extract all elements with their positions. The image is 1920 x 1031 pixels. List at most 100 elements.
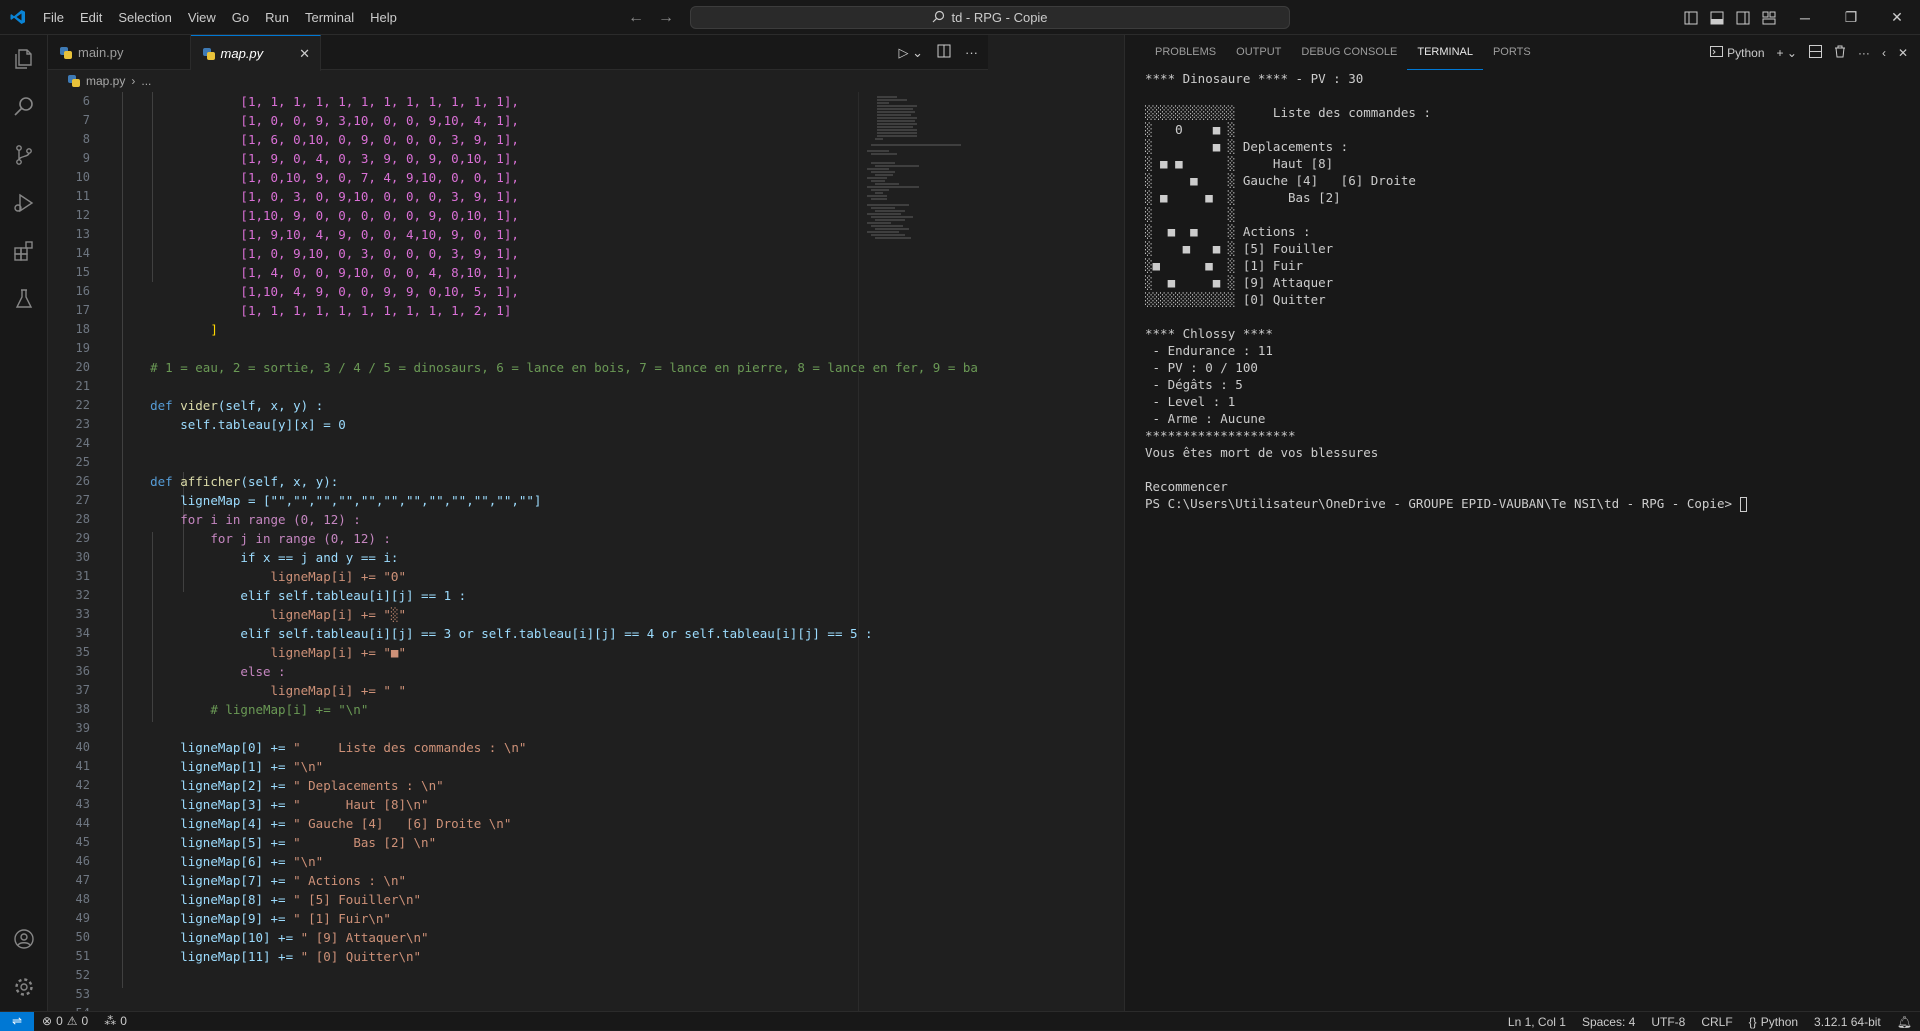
grid-row: [1, 0, 3, 0, 9,10, 0, 0, 0, 3, 9, 1], bbox=[240, 189, 519, 204]
line-number: 28 bbox=[75, 512, 90, 526]
tab-main-py[interactable]: main.py bbox=[48, 35, 191, 70]
menu-file[interactable]: File bbox=[35, 0, 72, 35]
status-bar: ⇌ ⊗ 0 ⚠ 0 ⁂ 0 Ln 1, Col 1 Spaces: 4 UTF-8 C… bbox=[0, 1011, 1920, 1031]
line-number: 33 bbox=[75, 607, 90, 621]
source-control-icon[interactable] bbox=[0, 131, 48, 179]
code-line: [1, 9, 0, 4, 0, 3, 9, 0, 9, 0,10, 1], bbox=[120, 149, 980, 168]
menu-terminal[interactable]: Terminal bbox=[297, 0, 362, 35]
forward-arrow-icon[interactable]: → bbox=[658, 9, 674, 27]
explorer-icon[interactable] bbox=[0, 35, 48, 83]
customize-layout-icon[interactable] bbox=[1756, 0, 1782, 35]
code-line: ligneMap[1] += "\n" bbox=[120, 757, 980, 776]
ports-status[interactable]: ⁂ 0 bbox=[96, 1014, 135, 1028]
code-line: elif self.tableau[i][j] == 3 or self.tab… bbox=[120, 624, 980, 643]
notifications-bell-icon[interactable]: 🔔︎ bbox=[1889, 1015, 1920, 1029]
end-of-line[interactable]: CRLF bbox=[1693, 1015, 1740, 1029]
code-line: ligneMap[i] += " " bbox=[120, 681, 980, 700]
menu-view[interactable]: View bbox=[180, 0, 224, 35]
code-lhs: ligneMap[0] += bbox=[180, 740, 286, 755]
tab-debug-console[interactable]: DEBUG CONSOLE bbox=[1291, 35, 1407, 70]
close-tab-icon[interactable]: ✕ bbox=[299, 46, 310, 62]
menu-help[interactable]: Help bbox=[362, 0, 405, 35]
run-debug-icon[interactable] bbox=[0, 179, 48, 227]
tab-map-py[interactable]: map.py ✕ bbox=[190, 35, 322, 71]
grid-row: [1, 4, 0, 0, 9,10, 0, 0, 4, 8,10, 1], bbox=[240, 265, 519, 280]
encoding[interactable]: UTF-8 bbox=[1643, 1015, 1693, 1029]
testing-icon[interactable] bbox=[0, 275, 48, 323]
minimap-line bbox=[877, 99, 907, 101]
command-center[interactable]: td - RPG - Copie bbox=[690, 6, 1290, 29]
code-line: def afficher(self, x, y): bbox=[120, 472, 980, 491]
minimap-line bbox=[877, 108, 913, 110]
code-lhs: ligneMap[11] += bbox=[180, 949, 294, 964]
search-icon[interactable] bbox=[0, 83, 48, 131]
menu-bar: File Edit Selection View Go Run Terminal… bbox=[35, 0, 405, 35]
run-python-file-icon[interactable]: ▷ ⌄ bbox=[898, 45, 923, 61]
search-icon bbox=[932, 10, 945, 26]
code-editor[interactable]: 6 7 8 9 10 11 12 13 14 15 16 17 18 19 20 21 22 23 24 25 26 27… bbox=[48, 92, 988, 1011]
new-terminal-icon[interactable]: + ⌄ bbox=[1777, 46, 1797, 60]
tab-ports[interactable]: PORTS bbox=[1483, 35, 1541, 70]
trash-icon[interactable] bbox=[1834, 45, 1846, 61]
code-statement: ligneMap[i] += " " bbox=[270, 683, 406, 698]
terminal-shell-selector[interactable]: Python bbox=[1710, 45, 1765, 61]
problems-status[interactable]: ⊗ 0 ⚠ 0 bbox=[34, 1014, 96, 1028]
code-line: ligneMap[7] += " Actions : \n" bbox=[120, 871, 980, 890]
tab-output[interactable]: OUTPUT bbox=[1226, 35, 1291, 70]
more-actions-icon[interactable]: ··· bbox=[965, 45, 978, 60]
tab-terminal[interactable]: TERMINAL bbox=[1407, 35, 1483, 70]
menu-run[interactable]: Run bbox=[257, 0, 297, 35]
tab-problems[interactable]: PROBLEMS bbox=[1145, 35, 1226, 70]
code-lhs: ligneMap[10] += bbox=[180, 930, 294, 945]
toggle-secondary-sidebar-icon[interactable] bbox=[1730, 0, 1756, 35]
language-mode[interactable]: {} Python bbox=[1741, 1015, 1806, 1029]
breadcrumb-symbol[interactable]: ... bbox=[141, 74, 151, 88]
cursor-position[interactable]: Ln 1, Col 1 bbox=[1500, 1015, 1574, 1029]
extensions-icon[interactable] bbox=[0, 227, 48, 275]
back-arrow-icon[interactable]: ← bbox=[628, 9, 644, 27]
code-line: if x == j and y == i: bbox=[120, 548, 980, 567]
minimize-icon[interactable]: ─ bbox=[1782, 0, 1828, 35]
minimap-line bbox=[875, 174, 893, 176]
terminal-prompt[interactable]: PS C:\Users\Utilisateur\OneDrive - GROUP… bbox=[1145, 495, 1915, 512]
minimap-line bbox=[877, 135, 917, 137]
indentation[interactable]: Spaces: 4 bbox=[1574, 1015, 1643, 1029]
split-editor-icon[interactable] bbox=[937, 44, 951, 61]
function-name: afficher bbox=[180, 474, 241, 489]
code-string: " Actions : \n" bbox=[293, 873, 406, 888]
line-number: 21 bbox=[75, 379, 90, 393]
minimap-line bbox=[867, 195, 887, 197]
function-params: (self, x, y): bbox=[240, 474, 339, 489]
code-lhs: ligneMap[1] += bbox=[180, 759, 286, 774]
minimap-line bbox=[875, 228, 909, 230]
toggle-sidebar-icon[interactable] bbox=[1678, 0, 1704, 35]
remote-indicator-icon[interactable]: ⇌ bbox=[0, 1011, 34, 1031]
settings-gear-icon[interactable] bbox=[0, 963, 48, 1011]
minimap[interactable] bbox=[858, 92, 988, 1011]
minimap-line bbox=[877, 117, 917, 119]
code-string: " [9] Attaquer\n" bbox=[300, 930, 429, 945]
restore-icon[interactable]: ❐ bbox=[1828, 0, 1874, 35]
account-icon[interactable] bbox=[0, 915, 48, 963]
menu-selection[interactable]: Selection bbox=[110, 0, 179, 35]
menu-go[interactable]: Go bbox=[224, 0, 257, 35]
code-line: ligneMap[4] += " Gauche [4] [6] Droite \… bbox=[120, 814, 980, 833]
close-panel-icon[interactable]: ✕ bbox=[1898, 46, 1908, 60]
grid-row: [1, 0, 9,10, 0, 3, 0, 0, 0, 3, 9, 1], bbox=[240, 246, 519, 261]
close-window-icon[interactable]: ✕ bbox=[1874, 0, 1920, 35]
terminal-line: ░ ■ ■ ░ Bas [2] bbox=[1145, 190, 1341, 205]
toggle-panel-icon[interactable] bbox=[1704, 0, 1730, 35]
split-terminal-icon[interactable] bbox=[1808, 44, 1822, 61]
terminal-panel: PROBLEMS OUTPUT DEBUG CONSOLE TERMINAL P… bbox=[1124, 35, 1920, 1011]
more-actions-icon[interactable]: ··· bbox=[1858, 46, 1870, 60]
menu-edit[interactable]: Edit bbox=[72, 0, 110, 35]
minimap-line bbox=[871, 180, 885, 182]
chevron-left-icon[interactable]: ‹ bbox=[1882, 46, 1886, 60]
breadcrumb-file[interactable]: map.py bbox=[86, 74, 125, 88]
python-interpreter[interactable]: 3.12.1 64-bit bbox=[1806, 1015, 1889, 1029]
terminal-line: - PV : 0 / 100 bbox=[1145, 360, 1258, 375]
minimap-line bbox=[877, 120, 915, 122]
editor-group: main.py map.py ✕ ▷ ⌄ ··· map.py › ... 6 7… bbox=[48, 35, 988, 1011]
line-number: 12 bbox=[75, 208, 90, 222]
terminal-output[interactable]: **** Dinosaure **** - PV : 30 ░░░░░░░░░░░… bbox=[1145, 70, 1915, 512]
